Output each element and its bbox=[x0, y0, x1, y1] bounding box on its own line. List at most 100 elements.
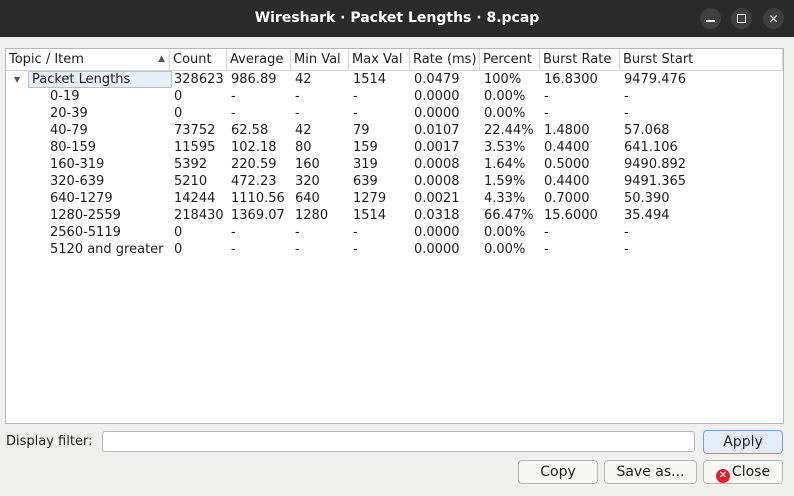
cell-count: 0 bbox=[174, 89, 183, 104]
cell-rate: 0.0017 bbox=[414, 140, 460, 155]
column-header-label: Percent bbox=[483, 52, 532, 67]
cell-burst-start: 57.068 bbox=[624, 123, 670, 138]
cell-count: 5210 bbox=[174, 174, 208, 189]
maximize-icon bbox=[737, 14, 746, 23]
table-row[interactable]: 1280-2559 218430 1369.07 1280 1514 0.0318 66.4… bbox=[6, 207, 783, 224]
cell-average: - bbox=[231, 89, 236, 104]
table-row[interactable]: 2560-5119 0 - - - 0.0000 0.00% - - bbox=[6, 224, 783, 241]
maximize-button[interactable] bbox=[731, 8, 752, 29]
cell-max-val: 639 bbox=[353, 174, 378, 189]
cell-percent: 66.47% bbox=[484, 208, 534, 223]
expand-arrow-icon[interactable]: ▼ bbox=[14, 71, 20, 88]
cell-burst-start: 35.494 bbox=[624, 208, 670, 223]
save-as-button[interactable]: Save as... bbox=[604, 460, 697, 484]
close-button[interactable]: ✕ Close bbox=[703, 460, 783, 484]
cell-min-val: 160 bbox=[295, 157, 320, 172]
cell-min-val: 1280 bbox=[295, 208, 329, 223]
cell-burst-start: 9490.892 bbox=[624, 157, 687, 172]
close-button-label: Close bbox=[731, 464, 771, 480]
column-header-percent[interactable]: Percent bbox=[480, 49, 540, 70]
display-filter-label: Display filter: bbox=[6, 434, 93, 449]
column-header-label: Average bbox=[230, 52, 284, 67]
tree-parent-row[interactable]: ▼ Packet Lengths 328623 986.89 42 1514 0.0479 1… bbox=[6, 71, 783, 88]
cell-min-val: 640 bbox=[295, 191, 320, 206]
sort-ascending-icon: ▲ bbox=[158, 54, 165, 64]
cell-average: 62.58 bbox=[231, 123, 269, 138]
table-row[interactable]: 0-19 0 - - - 0.0000 0.00% - - bbox=[6, 88, 783, 105]
column-header-topic[interactable]: Topic / Item ▲ bbox=[6, 49, 170, 70]
cell-topic: 20-39 bbox=[50, 106, 88, 121]
cell-percent: 4.33% bbox=[484, 191, 526, 206]
column-header-min-val[interactable]: Min Val bbox=[291, 49, 349, 70]
column-header-average[interactable]: Average bbox=[227, 49, 291, 70]
cell-topic: 0-19 bbox=[50, 89, 80, 104]
cell-rate: 0.0008 bbox=[414, 157, 460, 172]
column-header-label: Min Val bbox=[294, 52, 341, 67]
cell-burst-rate: - bbox=[544, 106, 549, 121]
cell-min-val: - bbox=[295, 89, 300, 104]
cell-topic: 80-159 bbox=[50, 140, 97, 155]
column-header-label: Rate (ms) bbox=[413, 52, 477, 67]
cell-average: 1110.56 bbox=[231, 191, 285, 206]
close-icon: ✕ bbox=[715, 469, 730, 483]
cell-percent: 1.64% bbox=[484, 157, 526, 172]
cell-burst-rate: 1.4800 bbox=[544, 123, 590, 138]
minimize-button[interactable] bbox=[700, 8, 721, 29]
cell-percent: 0.00% bbox=[484, 225, 526, 240]
cell-burst-rate: - bbox=[544, 225, 549, 240]
cell-burst-rate: - bbox=[544, 89, 549, 104]
cell-count: 14244 bbox=[174, 191, 216, 206]
cell-percent: 0.00% bbox=[484, 106, 526, 121]
cell-average: - bbox=[231, 225, 236, 240]
cell-percent: 3.53% bbox=[484, 140, 526, 155]
column-header-count[interactable]: Count bbox=[170, 49, 227, 70]
cell-min-val: 42 bbox=[295, 123, 312, 138]
table-row[interactable]: 80-159 11595 102.18 80 159 0.0017 3.53% 0.4400 6… bbox=[6, 139, 783, 156]
table-row[interactable]: 160-319 5392 220.59 160 319 0.0008 1.64% 0.5000… bbox=[6, 156, 783, 173]
table-row[interactable]: 640-1279 14244 1110.56 640 1279 0.0021 4.33% 0.… bbox=[6, 190, 783, 207]
table-row[interactable]: 320-639 5210 472.23 320 639 0.0008 1.59% 0.4400… bbox=[6, 173, 783, 190]
cell-rate: 0.0318 bbox=[414, 208, 460, 223]
cell-average: - bbox=[231, 242, 236, 257]
cell-average: 102.18 bbox=[231, 140, 277, 155]
display-filter-input[interactable] bbox=[102, 431, 695, 452]
column-header-rate[interactable]: Rate (ms) bbox=[410, 49, 480, 70]
cell-burst-rate: - bbox=[544, 242, 549, 257]
cell-percent: 0.00% bbox=[484, 242, 526, 257]
table-row[interactable]: 40-79 73752 62.58 42 79 0.0107 22.44% 1.4800 57.… bbox=[6, 122, 783, 139]
cell-burst-start: - bbox=[624, 225, 629, 240]
column-header-burst-start[interactable]: Burst Start bbox=[620, 49, 783, 70]
stats-tree-table[interactable]: Topic / Item ▲ Count Average Min Val Max Val R… bbox=[5, 48, 784, 424]
cell-count: 328623 bbox=[174, 72, 224, 87]
cell-min-val: 42 bbox=[295, 72, 312, 87]
cell-count: 0 bbox=[174, 225, 183, 240]
table-row[interactable]: 5120 and greater 0 - - - 0.0000 0.00% - - bbox=[6, 241, 783, 258]
cell-burst-rate: 0.7000 bbox=[544, 191, 590, 206]
cell-count: 73752 bbox=[174, 123, 216, 138]
cell-burst-start: - bbox=[624, 89, 629, 104]
window-close-button[interactable]: ✕ bbox=[763, 8, 784, 29]
cell-rate: 0.0000 bbox=[414, 225, 460, 240]
cell-burst-rate: 15.6000 bbox=[544, 208, 598, 223]
cell-topic: 5120 and greater bbox=[50, 242, 164, 257]
cell-max-val: 1514 bbox=[353, 208, 387, 223]
title-bar: Wireshark · Packet Lengths · 8.pcap ✕ bbox=[0, 0, 794, 37]
cell-min-val: - bbox=[295, 225, 300, 240]
column-header-burst-rate[interactable]: Burst Rate bbox=[540, 49, 620, 70]
cell-max-val: 159 bbox=[353, 140, 378, 155]
cell-max-val: 79 bbox=[353, 123, 370, 138]
table-row[interactable]: 20-39 0 - - - 0.0000 0.00% - - bbox=[6, 105, 783, 122]
cell-percent: 1.59% bbox=[484, 174, 526, 189]
cell-min-val: 320 bbox=[295, 174, 320, 189]
cell-max-val: - bbox=[353, 225, 358, 240]
column-header-label: Count bbox=[173, 52, 212, 67]
cell-percent: 100% bbox=[484, 72, 522, 87]
apply-button[interactable]: Apply bbox=[703, 430, 783, 454]
cell-burst-start: - bbox=[624, 106, 629, 121]
cell-burst-rate: 0.4400 bbox=[544, 140, 590, 155]
column-header-max-val[interactable]: Max Val bbox=[349, 49, 410, 70]
table-header: Topic / Item ▲ Count Average Min Val Max Val R… bbox=[6, 49, 783, 71]
cell-count: 218430 bbox=[174, 208, 224, 223]
column-header-label: Burst Start bbox=[623, 52, 694, 67]
copy-button[interactable]: Copy bbox=[518, 460, 598, 484]
